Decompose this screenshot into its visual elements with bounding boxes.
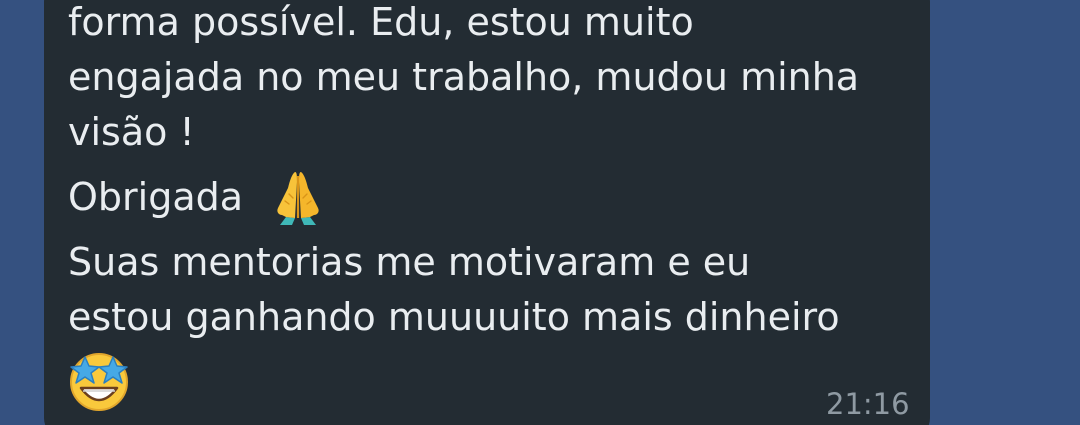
message-line-5: Suas mentorias me motivaram e eu <box>68 240 751 284</box>
message-paragraph-2: Obrigada <box>68 170 243 225</box>
message-paragraph-3: Suas mentorias me motivaram e eu estou ga… <box>68 235 840 345</box>
message-line-4: Obrigada <box>68 175 244 219</box>
star-struck-icon <box>70 353 128 411</box>
message-line-1: forma possível. Edu, estou muito <box>68 0 694 44</box>
folded-hands-icon <box>277 172 319 225</box>
message-line-2: engajada no meu trabalho, mudou minha <box>68 55 860 99</box>
message-paragraph-1: forma possível. Edu, estou muito engajada… <box>68 0 859 160</box>
message-timestamp: 21:16 <box>826 387 910 421</box>
message-line-6: estou ganhando muuuuito mais dinheiro <box>68 295 840 339</box>
chat-screen: forma possível. Edu, estou muito engajada… <box>0 0 1080 425</box>
message-line-3: visão ! <box>68 110 195 154</box>
